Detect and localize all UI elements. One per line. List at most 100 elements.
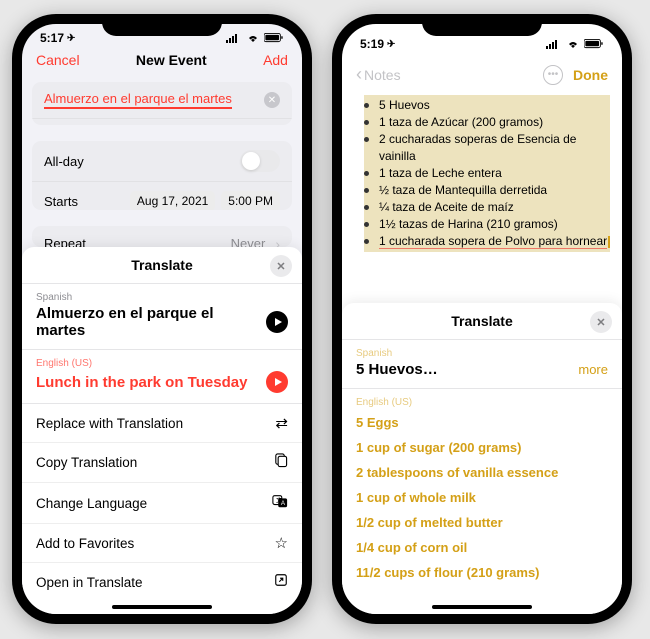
event-repeat-section: Repeat Never ›: [32, 226, 292, 247]
wifi-icon: [245, 30, 261, 46]
source-text: 5 Huevos…: [356, 361, 438, 378]
bullet-icon: [364, 103, 369, 108]
open-external-icon: [274, 573, 288, 591]
status-indicators: [226, 30, 284, 46]
cancel-button[interactable]: Cancel: [36, 52, 80, 68]
location-row[interactable]: Location or Video Call: [32, 119, 292, 125]
bullet-icon: [364, 188, 369, 193]
list-item: 5 Huevos: [364, 97, 610, 114]
target-text: Lunch in the park on Tuesday: [36, 374, 247, 391]
sheet-title: Translate: [131, 257, 192, 273]
sheet-header: Translate ✕: [22, 247, 302, 284]
translate-sheet: Translate ✕ Spanish 5 Huevos… more Engli…: [342, 303, 622, 614]
note-body[interactable]: 5 Huevos 1 taza de Azúcar (200 gramos) 2…: [342, 91, 622, 303]
clear-title-button[interactable]: ✕: [264, 92, 280, 108]
open-translate-action[interactable]: Open in Translate: [22, 563, 302, 601]
play-source-button[interactable]: [266, 311, 288, 333]
change-language-action[interactable]: Change Language 文A: [22, 483, 302, 524]
note-text: ½ taza de Mantequilla derretida: [379, 182, 610, 199]
repeat-label: Repeat: [44, 236, 86, 247]
nav-title: New Event: [136, 52, 207, 68]
note-selection: 5 Huevos 1 taza de Azúcar (200 gramos) 2…: [364, 95, 610, 252]
back-label: Notes: [364, 67, 401, 83]
home-indicator[interactable]: [112, 605, 212, 609]
battery-icon: [264, 30, 284, 46]
more-button[interactable]: more: [578, 362, 608, 377]
action-list: Replace with Translation ⇄ Copy Translat…: [22, 404, 302, 601]
translate-sheet: Translate ✕ Spanish Almuerzo en el parqu…: [22, 247, 302, 614]
source-text: Almuerzo en el parque el martes: [36, 305, 266, 339]
note-text: 1 cucharada sopera de Polvo para hornear: [379, 234, 607, 249]
starts-date[interactable]: Aug 17, 2021: [130, 191, 215, 210]
add-button[interactable]: Add: [263, 52, 288, 68]
favorite-action[interactable]: Add to Favorites ☆: [22, 524, 302, 563]
event-title-input[interactable]: Almuerzo en el parque el martes: [44, 91, 232, 109]
event-title-row[interactable]: Almuerzo en el parque el martes ✕: [32, 82, 292, 119]
screen-notes: 5:19 ✈ ‹ Notes ••• Done 5 Huevos 1 taza: [342, 24, 622, 614]
chevron-right-icon: ›: [275, 236, 280, 247]
target-item: 1/2 cup of melted butter: [356, 510, 608, 535]
more-button[interactable]: •••: [543, 65, 563, 85]
bullet-icon: [364, 137, 369, 142]
bullet-icon: [364, 222, 369, 227]
list-item: 1 taza de Azúcar (200 gramos): [364, 114, 610, 131]
notch: [102, 14, 222, 36]
repeat-row[interactable]: Repeat Never ›: [32, 226, 292, 247]
source-lang-label: Spanish: [36, 292, 288, 303]
note-text: 1 taza de Azúcar (200 gramos): [379, 114, 610, 131]
target-block: English (US) 5 Eggs 1 cup of sugar (200 …: [342, 389, 622, 601]
nav-bar: Cancel New Event Add: [22, 46, 302, 74]
bullet-icon: [364, 205, 369, 210]
phone-right: 5:19 ✈ ‹ Notes ••• Done 5 Huevos 1 taza: [332, 14, 632, 624]
play-target-button[interactable]: [266, 371, 288, 393]
wifi-icon: [565, 36, 581, 52]
sheet-close-button[interactable]: ✕: [590, 311, 612, 333]
location-icon: ✈: [387, 39, 395, 50]
phone-left: 5:17 ✈ Cancel New Event Add Almuerzo en …: [12, 14, 312, 624]
note-text: 2 cucharadas soperas de Esencia de vaini…: [379, 131, 610, 165]
sheet-title: Translate: [451, 313, 512, 329]
text-cursor: [608, 236, 610, 248]
target-item: 1/4 cup of corn oil: [356, 535, 608, 560]
note-text: 1 taza de Leche entera: [379, 165, 610, 182]
target-lang-label: English (US): [356, 397, 608, 408]
allday-toggle[interactable]: [240, 150, 280, 172]
play-icon: [275, 378, 282, 386]
play-icon: [275, 318, 282, 326]
target-item: 5 Eggs: [356, 410, 608, 435]
notch: [422, 14, 542, 36]
target-item: 11/2 cups of flour (210 grams): [356, 560, 608, 585]
sheet-header: Translate ✕: [342, 303, 622, 340]
home-indicator[interactable]: [432, 605, 532, 609]
allday-label: All-day: [44, 154, 84, 169]
replace-icon: ⇄: [275, 414, 288, 432]
status-indicators: [546, 36, 604, 52]
action-label: Replace with Translation: [36, 416, 183, 431]
action-label: Add to Favorites: [36, 536, 134, 551]
done-button[interactable]: Done: [573, 67, 608, 83]
source-block: Spanish Almuerzo en el parque el martes: [22, 284, 302, 350]
note-text: 5 Huevos: [379, 97, 610, 114]
starts-row[interactable]: Starts Aug 17, 2021 5:00 PM: [32, 182, 292, 210]
replace-action[interactable]: Replace with Translation ⇄: [22, 404, 302, 443]
list-item: 1 cucharada sopera de Polvo para hornear: [364, 233, 610, 250]
back-button[interactable]: ‹ Notes: [356, 64, 401, 85]
event-time-section: All-day Starts Aug 17, 2021 5:00 PM Ends…: [32, 141, 292, 210]
target-item: 2 tablespoons of vanilla essence: [356, 460, 608, 485]
list-item: ¼ taza de Aceite de maíz: [364, 199, 610, 216]
sheet-close-button[interactable]: ✕: [270, 255, 292, 277]
signal-icon: [226, 30, 242, 46]
location-icon: ✈: [67, 33, 75, 44]
notes-nav: ‹ Notes ••• Done: [342, 58, 622, 91]
target-item: 1 cup of whole milk: [356, 485, 608, 510]
star-icon: ☆: [275, 534, 288, 552]
event-title-section: Almuerzo en el parque el martes ✕ Locati…: [32, 82, 292, 125]
copy-action[interactable]: Copy Translation: [22, 443, 302, 483]
status-time: 5:17: [40, 31, 64, 45]
source-lang-label: Spanish: [356, 348, 608, 359]
target-item: 1 cup of sugar (200 grams): [356, 435, 608, 460]
allday-row: All-day: [32, 141, 292, 182]
starts-time[interactable]: 5:00 PM: [221, 191, 280, 210]
target-lang-label: English (US): [36, 358, 288, 369]
starts-label: Starts: [44, 194, 78, 209]
